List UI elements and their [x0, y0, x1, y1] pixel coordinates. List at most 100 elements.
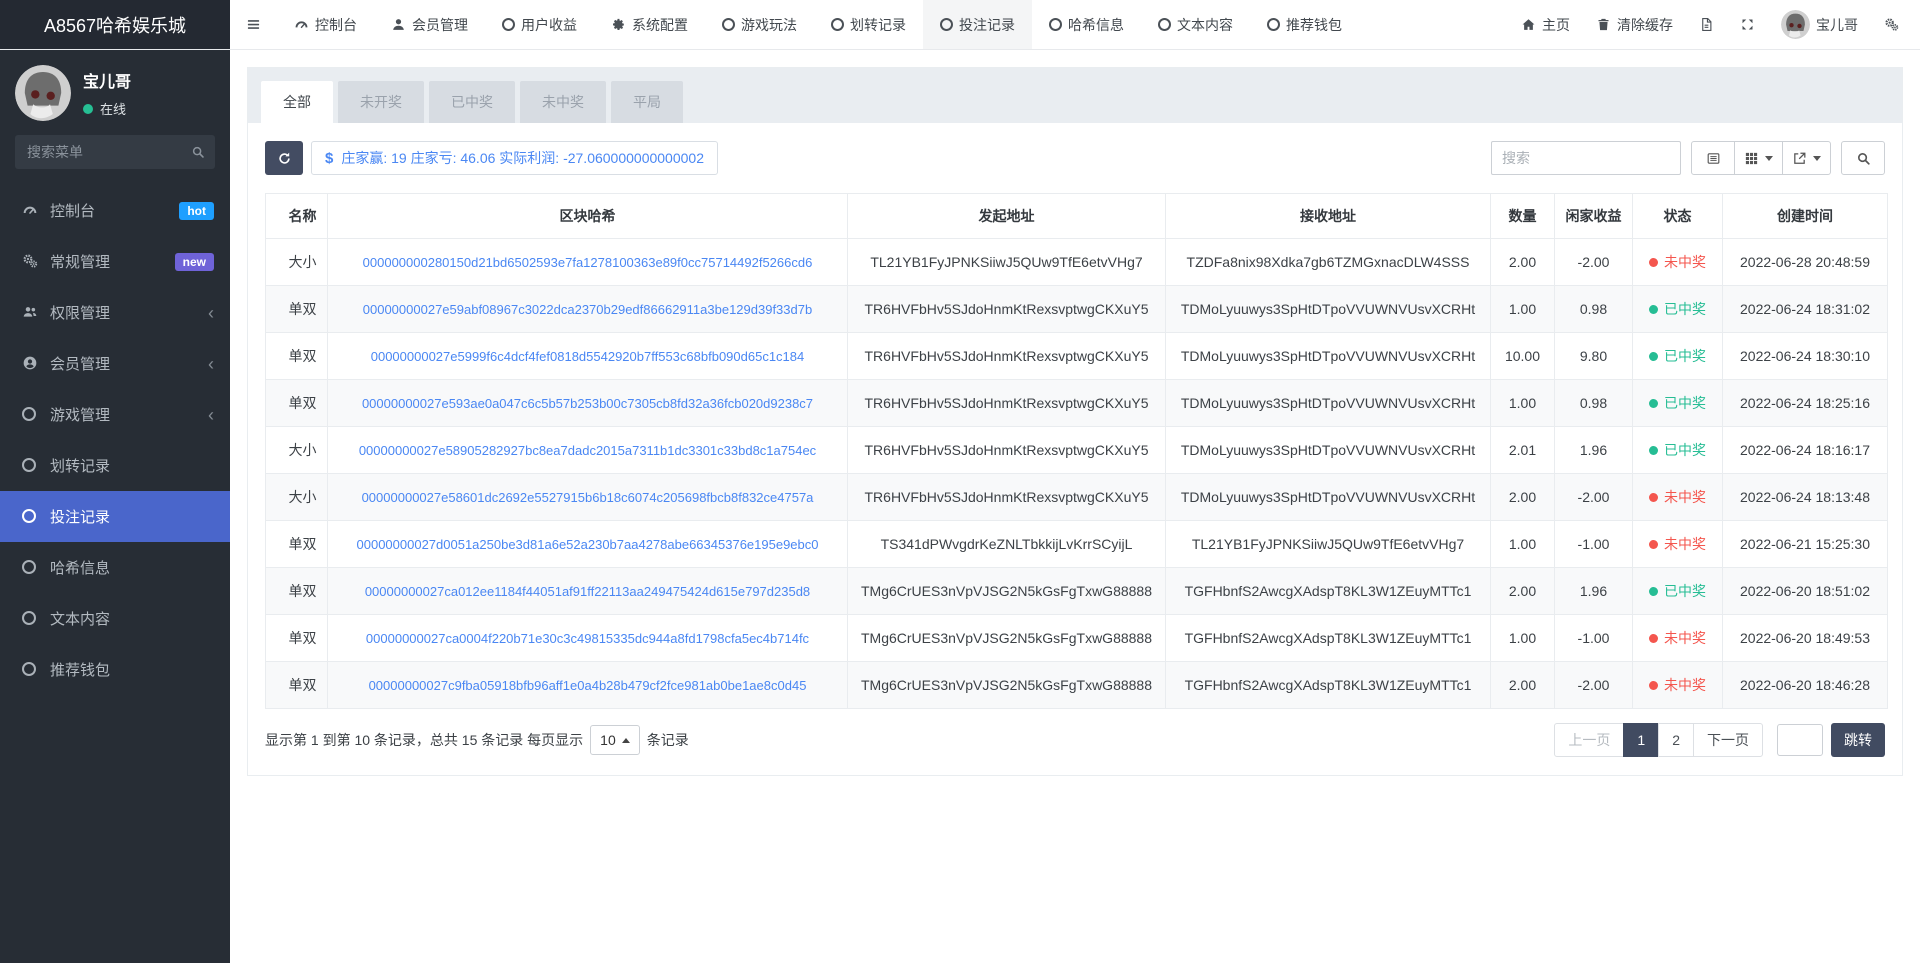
block-hash-link[interactable]: 00000000027e59abf08967c3022dca2370b29edf… [363, 302, 812, 317]
log-button[interactable] [1686, 0, 1727, 49]
cell-to-address: TDMoLyuuwys3SpHtDTpoVVUWNVUsvXCRHt [1165, 473, 1491, 521]
header-to-address: 接收地址 [1165, 193, 1491, 239]
cell-block-hash: 00000000027e58601dc2692e5527915b6b18c607… [327, 473, 848, 521]
status-dot-icon [1649, 398, 1658, 408]
cell-block-hash: 00000000027d0051a250be3d81a6e52a230b7aa4… [327, 520, 848, 568]
block-hash-link[interactable]: 000000000280150d21bd6502593e7fa127810036… [363, 255, 813, 270]
user-menu[interactable]: 宝儿哥 [1768, 0, 1871, 49]
prev-page-button[interactable]: 上一页 [1554, 723, 1625, 757]
table-row: 大小 00000000027e58601dc2692e5527915b6b18c… [265, 473, 1888, 521]
sidebar-username: 宝儿哥 [83, 74, 132, 91]
block-hash-link[interactable]: 00000000027e58905282927bc8ea7dadc2015a73… [359, 443, 816, 458]
next-page-button[interactable]: 下一页 [1693, 723, 1763, 757]
status-dot-icon [1649, 586, 1658, 596]
search-button[interactable] [1841, 141, 1885, 175]
cell-from-address: TR6HVFbHv5SJdoHnmKtRexsvptwgCKXuY5 [847, 285, 1166, 333]
sidebar-item-hash-info[interactable]: 哈希信息 [0, 542, 230, 593]
block-hash-link[interactable]: 00000000027e58601dc2692e5527915b6b18c607… [362, 490, 814, 505]
settings-button[interactable] [1871, 0, 1912, 49]
sidebar-item-referral-wallet[interactable]: 推荐钱包 [0, 644, 230, 695]
block-hash-link[interactable]: 00000000027c9fba05918bfb96aff1e0a4b28b47… [369, 678, 807, 693]
avatar[interactable] [15, 65, 71, 121]
columns-button[interactable] [1734, 141, 1783, 175]
page-size-dropdown[interactable]: 10 [590, 725, 640, 755]
bet-records-card: 全部 未开奖 已中奖 未中奖 平局 $ 庄家赢: 19 庄家亏: 46.06 实… [247, 67, 1903, 776]
sidebar-toggle-button[interactable] [230, 0, 277, 49]
top-navbar: A8567哈希娱乐城 控制台 会员管理 用户收益 系统配置 游戏玩法 划转记录 … [0, 0, 1920, 50]
cell-amount: 2.00 [1490, 661, 1555, 709]
tab-draw[interactable]: 平局 [611, 81, 683, 123]
home-button[interactable]: 主页 [1508, 0, 1583, 49]
block-hash-link[interactable]: 00000000027d0051a250be3d81a6e52a230b7aa4… [357, 537, 819, 552]
jump-button[interactable]: 跳转 [1831, 723, 1885, 757]
tab-lost[interactable]: 未中奖 [520, 81, 606, 123]
export-icon [1792, 151, 1807, 166]
sidebar-item-game-management[interactable]: 游戏管理 ‹ [0, 389, 230, 440]
nav-item-transfer-records[interactable]: 划转记录 [814, 0, 923, 49]
status-dot-icon [1649, 539, 1658, 549]
header-block-hash: 区块哈希 [327, 193, 848, 239]
refresh-button[interactable] [265, 141, 303, 175]
cell-from-address: TR6HVFbHv5SJdoHnmKtRexsvptwgCKXuY5 [847, 473, 1166, 521]
sidebar-search-input[interactable] [15, 135, 215, 169]
file-icon [1699, 17, 1714, 32]
cell-to-address: TDMoLyuuwys3SpHtDTpoVVUWNVUsvXCRHt [1165, 285, 1491, 333]
nav-item-dashboard[interactable]: 控制台 [277, 0, 374, 49]
sidebar-item-general-management[interactable]: 常规管理 new [0, 236, 230, 287]
jump-page-input[interactable] [1777, 724, 1823, 756]
sidebar-search [15, 135, 215, 169]
block-hash-link[interactable]: 00000000027e593ae0a047c6c5b57b253b00c730… [362, 396, 813, 411]
tab-won[interactable]: 已中奖 [429, 81, 515, 123]
sidebar-item-bet-records[interactable]: 投注记录 [0, 491, 230, 542]
nav-item-text-content[interactable]: 文本内容 [1141, 0, 1250, 49]
nav-item-game-rules[interactable]: 游戏玩法 [705, 0, 814, 49]
dollar-icon: $ [325, 149, 334, 167]
status-badge: 已中奖 [1664, 442, 1706, 458]
sidebar-item-text-content[interactable]: 文本内容 [0, 593, 230, 644]
circle-icon [940, 18, 953, 31]
cell-amount: 2.00 [1490, 473, 1555, 521]
sidebar-item-transfer-records[interactable]: 划转记录 [0, 440, 230, 491]
block-hash-link[interactable]: 00000000027e5999f6c4dcf4fef0818d5542920b… [371, 349, 805, 364]
circle-icon [831, 18, 844, 31]
circle-icon [722, 18, 735, 31]
brand-logo[interactable]: A8567哈希娱乐城 [0, 0, 230, 49]
online-status: 在线 [83, 99, 131, 118]
nav-item-user-income[interactable]: 用户收益 [485, 0, 594, 49]
circle-icon [1049, 18, 1062, 31]
export-button[interactable] [1782, 141, 1831, 175]
cogs-icon [1884, 17, 1899, 32]
fullscreen-button[interactable] [1727, 0, 1768, 49]
tab-all[interactable]: 全部 [261, 81, 333, 123]
nav-item-members[interactable]: 会员管理 [374, 0, 485, 49]
page-button-2[interactable]: 2 [1658, 723, 1694, 757]
status-dot-icon [1649, 492, 1658, 502]
cell-name: 单双 [265, 379, 328, 427]
sidebar-item-permissions[interactable]: 权限管理 ‹ [0, 287, 230, 338]
clear-cache-button[interactable]: 清除缓存 [1583, 0, 1686, 49]
block-hash-link[interactable]: 00000000027ca0004f220b71e30c3c49815335dc… [366, 631, 809, 646]
sidebar-item-members[interactable]: 会员管理 ‹ [0, 338, 230, 389]
gear-icon [611, 17, 626, 32]
status-badge: 已中奖 [1664, 301, 1706, 317]
nav-item-hash-info[interactable]: 哈希信息 [1032, 0, 1141, 49]
nav-item-referral-wallet[interactable]: 推荐钱包 [1250, 0, 1359, 49]
page-button-1[interactable]: 1 [1623, 723, 1660, 757]
block-hash-link[interactable]: 00000000027ca012ee1184f44051af91ff22113a… [365, 584, 810, 599]
tab-not-drawn[interactable]: 未开奖 [338, 81, 424, 123]
sidebar-item-dashboard[interactable]: 控制台 hot [0, 185, 230, 236]
cell-amount: 1.00 [1490, 379, 1555, 427]
cell-created-time: 2022-06-21 15:25:30 [1722, 520, 1888, 568]
nav-item-system-config[interactable]: 系统配置 [594, 0, 705, 49]
table-search-input[interactable] [1491, 141, 1681, 175]
home-icon [1521, 17, 1536, 32]
status-badge: 未中奖 [1664, 536, 1706, 552]
cell-from-address: TR6HVFbHv5SJdoHnmKtRexsvptwgCKXuY5 [847, 379, 1166, 427]
nav-item-bet-records[interactable]: 投注记录 [923, 0, 1032, 49]
cell-status: 已中奖 [1632, 332, 1723, 380]
table-row: 单双 00000000027ca0004f220b71e30c3c4981533… [265, 614, 1888, 662]
status-dot-icon [1649, 680, 1658, 690]
cell-created-time: 2022-06-24 18:16:17 [1722, 426, 1888, 474]
cell-name: 单双 [265, 520, 328, 568]
detail-view-button[interactable] [1691, 141, 1735, 175]
